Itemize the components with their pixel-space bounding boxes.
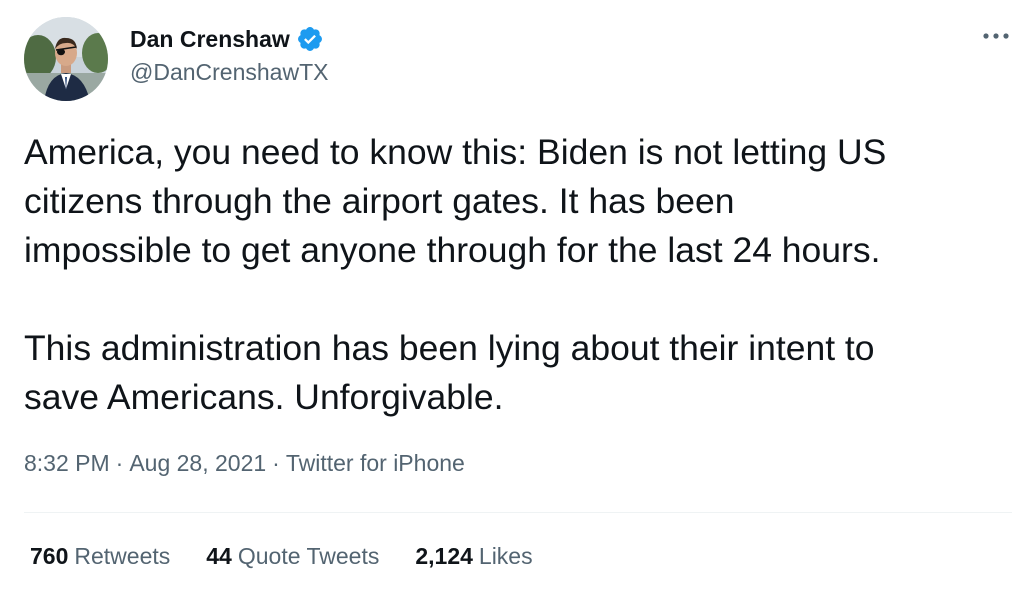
quote-tweets-label: Quote Tweets — [237, 543, 380, 569]
likes-stat[interactable]: 2,124 Likes — [415, 543, 532, 570]
likes-count: 2,124 — [415, 543, 473, 569]
tweet-line: impossible to get anyone through for the… — [24, 230, 881, 270]
author-block: Dan Crenshaw @DanCrenshawTX — [130, 23, 328, 86]
tweet-source[interactable]: Twitter for iPhone — [286, 450, 465, 476]
tweet-time[interactable]: 8:32 PM — [24, 450, 110, 476]
tweet-line: This administration has been lying about… — [24, 328, 875, 368]
avatar[interactable] — [24, 17, 108, 101]
retweets-label: Retweets — [74, 543, 171, 569]
name-row: Dan Crenshaw — [130, 23, 328, 55]
tweet-line: citizens through the airport gates. It h… — [24, 181, 735, 221]
engagement-stats: 760 Retweets 44 Quote Tweets 2,124 Likes — [30, 543, 569, 570]
retweets-count: 760 — [30, 543, 69, 569]
tweet-meta: 8:32 PM · Aug 28, 2021 · Twitter for iPhone — [24, 450, 465, 477]
tweet-paragraph: America, you need to know this: Biden is… — [24, 128, 1024, 275]
quote-tweets-stat[interactable]: 44 Quote Tweets — [206, 543, 379, 570]
more-options-icon[interactable] — [976, 24, 1016, 48]
quote-tweets-count: 44 — [206, 543, 232, 569]
likes-label: Likes — [478, 543, 533, 569]
tweet-date[interactable]: Aug 28, 2021 — [129, 450, 266, 476]
tweet-paragraph: This administration has been lying about… — [24, 324, 1024, 422]
verified-badge-icon — [296, 25, 324, 53]
retweets-stat[interactable]: 760 Retweets — [30, 543, 170, 570]
avatar-photo-icon — [24, 17, 108, 101]
tweet-text: America, you need to know this: Biden is… — [24, 128, 1024, 422]
display-name[interactable]: Dan Crenshaw — [130, 26, 290, 53]
tweet-line: America, you need to know this: Biden is… — [24, 132, 887, 172]
handle[interactable]: @DanCrenshawTX — [130, 59, 328, 86]
tweet-line: save Americans. Unforgivable. — [24, 377, 504, 417]
tweet-card: Dan Crenshaw @DanCrenshawTX America, you… — [0, 0, 1035, 598]
divider — [24, 512, 1012, 513]
meta-separator: · — [272, 450, 280, 476]
meta-separator: · — [115, 450, 124, 476]
